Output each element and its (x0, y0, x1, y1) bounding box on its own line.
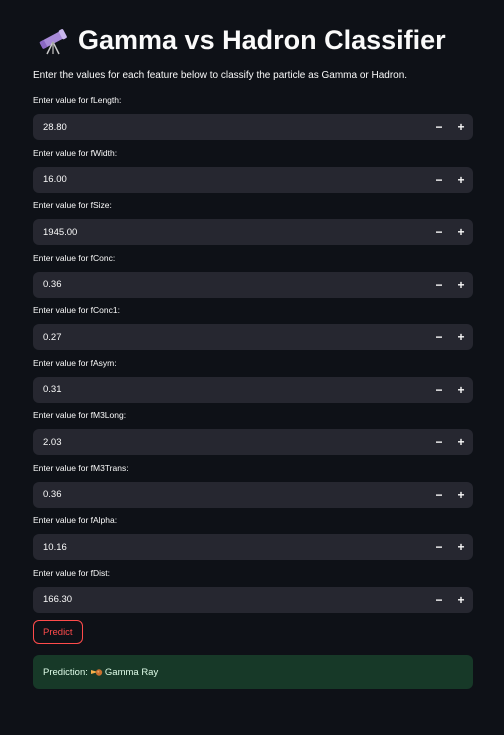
increment-button[interactable]: + (450, 114, 472, 140)
number-input-field: Enter value for fAsym: −+ (33, 357, 473, 403)
decrement-button[interactable]: − (428, 114, 450, 140)
telescope-icon (39, 29, 67, 55)
increment-button[interactable]: + (450, 219, 472, 245)
app: Gamma vs Hadron Classifier Enter the val… (0, 0, 504, 735)
number-input-field: Enter value for fDist: −+ (33, 567, 473, 613)
number-input[interactable] (33, 376, 428, 403)
field-label: Enter value for fM3Trans: (33, 462, 129, 473)
number-input-box: −+ (33, 376, 473, 403)
increment-button[interactable]: + (450, 272, 472, 298)
number-input[interactable] (33, 324, 428, 350)
field-label: Enter value for fM3Long: (33, 410, 127, 420)
prediction-value: Gamma Ray (104, 666, 159, 678)
number-input[interactable] (33, 166, 428, 193)
decrement-button[interactable]: − (428, 482, 450, 508)
number-input-box: −+ (33, 586, 473, 613)
decrement-button[interactable]: − (428, 324, 450, 350)
number-input-field: Enter value for fM3Long: −+ (33, 409, 473, 455)
field-label: Enter value for fSize: (33, 200, 112, 210)
number-input-box: −+ (33, 481, 473, 508)
page-title: Gamma vs Hadron Classifier (38, 24, 446, 56)
predict-button[interactable]: Predict (33, 620, 83, 644)
field-label: Enter value for fDist: (33, 567, 111, 578)
increment-button[interactable]: + (450, 429, 472, 455)
field-label: Enter value for fWidth: (33, 147, 118, 158)
number-input[interactable] (33, 429, 428, 455)
number-input-box: −+ (33, 219, 473, 245)
comet-icon (90, 668, 103, 676)
number-input-field: Enter value for fAlpha: −+ (33, 514, 473, 560)
number-input-box: −+ (33, 534, 473, 560)
increment-button[interactable]: + (450, 167, 472, 193)
number-input[interactable] (33, 271, 428, 298)
field-label: Enter value for fAlpha: (33, 515, 118, 525)
number-input[interactable] (33, 586, 428, 613)
number-input-field: Enter value for fLength: −+ (33, 94, 473, 140)
page-title-text: Gamma vs Hadron Classifier (78, 24, 446, 55)
decrement-button[interactable]: − (428, 377, 450, 403)
number-input-field: Enter value for fSize: −+ (33, 199, 473, 245)
increment-button[interactable]: + (450, 587, 472, 613)
number-input-field: Enter value for fConc: −+ (33, 252, 473, 298)
number-input-box: −+ (33, 114, 473, 140)
increment-button[interactable]: + (450, 482, 472, 508)
prediction-result: Prediction: Gamma Ray (33, 655, 473, 689)
prediction-prefix: Prediction: (43, 666, 88, 678)
increment-button[interactable]: + (450, 324, 472, 350)
number-input-box: −+ (33, 271, 473, 298)
number-input-box: −+ (33, 429, 473, 455)
number-input[interactable] (33, 219, 428, 245)
subtitle: Enter the values for each feature below … (33, 70, 408, 81)
number-input-field: Enter value for fWidth: −+ (33, 147, 473, 193)
field-label: Enter value for fAsym: (33, 357, 117, 368)
number-input[interactable] (33, 534, 428, 560)
number-input-field: Enter value for fConc1: −+ (33, 304, 473, 350)
number-input-box: −+ (33, 324, 473, 350)
increment-button[interactable]: + (450, 534, 472, 560)
number-input-box: −+ (33, 166, 473, 193)
increment-button[interactable]: + (450, 377, 472, 403)
number-input[interactable] (33, 481, 428, 508)
field-label: Enter value for fLength: (33, 95, 122, 105)
decrement-button[interactable]: − (428, 429, 450, 455)
number-input[interactable] (33, 114, 428, 140)
decrement-button[interactable]: − (428, 272, 450, 298)
decrement-button[interactable]: − (428, 587, 450, 613)
decrement-button[interactable]: − (428, 167, 450, 193)
field-label: Enter value for fConc1: (33, 305, 120, 315)
field-label: Enter value for fConc: (33, 252, 116, 263)
number-input-field: Enter value for fM3Trans: −+ (33, 462, 473, 508)
decrement-button[interactable]: − (428, 219, 450, 245)
decrement-button[interactable]: − (428, 534, 450, 560)
